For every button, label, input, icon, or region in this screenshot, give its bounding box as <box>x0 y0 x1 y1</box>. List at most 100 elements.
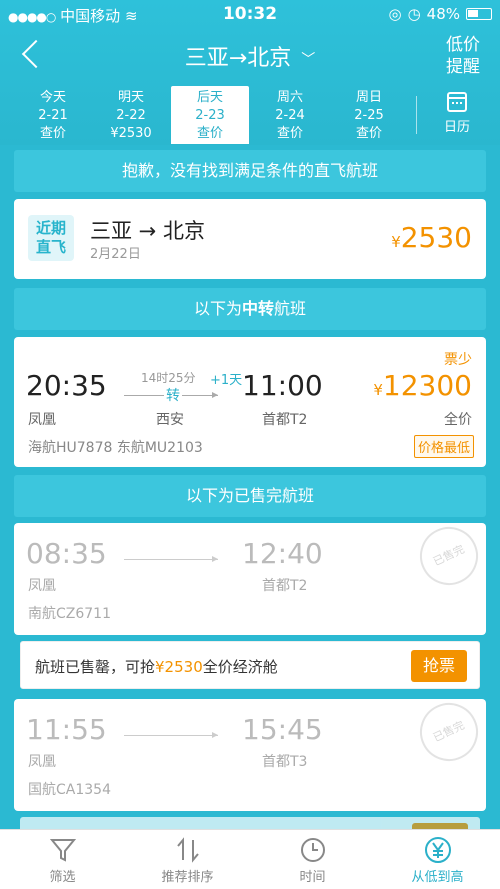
tab-price-low-high[interactable]: 从低到高 <box>375 830 500 889</box>
depart-airport: 凤凰 <box>28 578 56 594</box>
flight-number: 国航CA1354 <box>28 782 111 798</box>
calendar-button[interactable]: 日历 <box>424 86 490 144</box>
sold-flight-card[interactable]: 08:35 12:40 凤凰 首都T2 南航CZ6711 已售完 <box>14 517 488 635</box>
alarm-icon: ◷ <box>407 5 421 23</box>
date-tab-date: 2-21 <box>38 108 68 123</box>
grab-text: 航班已售罄，可抢¥2530全价经济舱 <box>35 656 278 677</box>
date-tab-date: 2-23 <box>195 108 225 123</box>
alert-line1: 低价 <box>446 35 480 55</box>
direct-price-value: 2530 <box>400 221 472 254</box>
date-tab-price: 查价 <box>355 126 382 141</box>
calendar-icon <box>447 92 467 112</box>
date-tabs: 今天 2-21 查价 明天 2-22 ¥2530 后天 2-23 查价 周六 2… <box>0 86 500 144</box>
direct-price: ¥2530 <box>391 221 472 254</box>
tab-filter[interactable]: 筛选 <box>0 830 125 889</box>
date-tab-2[interactable]: 后天 2-23 查价 <box>171 86 249 144</box>
route-selector[interactable]: 三亚→北京 ﹀ <box>0 40 500 72</box>
transfer-price-value: 12300 <box>382 369 472 402</box>
day-offset: +1天 <box>210 373 243 388</box>
chevron-down-icon: ﹀ <box>301 52 316 68</box>
flight-number: 南航CZ6711 <box>28 606 111 622</box>
tab-label: 时间 <box>299 870 326 885</box>
depart-time: 11:55 <box>26 713 107 746</box>
grab-price: ¥2530 <box>155 658 203 676</box>
date-tab-day: 周六 <box>276 90 303 105</box>
arrive-airport: 首都T3 <box>262 754 308 770</box>
date-tab-date: 2-24 <box>275 108 305 123</box>
date-tab-price: 查价 <box>39 126 66 141</box>
arrive-time: 11:00 <box>242 369 323 402</box>
badge-line1: 近期 <box>35 219 66 237</box>
transfer-price: ¥12300 <box>373 369 472 402</box>
status-bar: ●●●●○ 中国移动 ≋ 10:32 ◎ ◷ 48% <box>0 0 500 28</box>
transfer-banner-post: 航班 <box>274 299 307 318</box>
bottom-tab-bar: 筛选 推荐排序 时间 从低到高 <box>0 829 500 889</box>
yen-icon <box>424 836 452 864</box>
calendar-label: 日历 <box>443 120 470 135</box>
direct-date: 2月22日 <box>90 247 141 262</box>
sold-out-stamp: 已售完 <box>410 693 488 771</box>
transfer-banner-bold: 中转 <box>241 299 274 318</box>
date-tab-1[interactable]: 明天 2-22 ¥2530 <box>92 86 170 144</box>
clock-icon <box>299 836 327 864</box>
transfer-label: 转 <box>164 385 182 405</box>
header: ●●●●○ 中国移动 ≋ 10:32 ◎ ◷ 48% 三亚→北京 ﹀ 低价 提醒 … <box>0 0 500 145</box>
route-arrow <box>124 732 218 738</box>
arrive-time: 15:45 <box>242 713 323 746</box>
grab-text-post: 全价经济舱 <box>202 658 278 676</box>
route-title: 三亚→北京 <box>184 46 292 71</box>
filter-icon <box>49 836 77 864</box>
sold-flight-card[interactable]: 11:55 15:45 凤凰 首都T3 国航CA1354 已售完 <box>14 693 488 811</box>
sold-out-stamp: 已售完 <box>410 517 488 595</box>
tab-sort[interactable]: 推荐排序 <box>125 830 250 889</box>
arrive-time: 12:40 <box>242 537 323 570</box>
date-tab-day: 今天 <box>39 90 66 105</box>
currency-symbol: ¥ <box>373 381 383 399</box>
sold-out-banner: 以下为已售完航班 <box>14 475 486 517</box>
depart-airport: 凤凰 <box>28 412 56 428</box>
lock-rotation-icon: ◎ <box>388 5 402 23</box>
tab-label: 从低到高 <box>411 870 464 885</box>
nav-bar: 三亚→北京 ﹀ 低价 提醒 <box>0 30 500 82</box>
date-tab-4[interactable]: 周日 2-25 查价 <box>330 86 408 144</box>
alert-line2: 提醒 <box>446 57 480 77</box>
date-tab-price: 查价 <box>196 126 223 141</box>
date-tab-0[interactable]: 今天 2-21 查价 <box>14 86 92 144</box>
date-tab-day: 后天 <box>196 90 223 105</box>
lowest-price-tag: 价格最低 <box>413 435 474 458</box>
date-tab-date: 2-25 <box>354 108 384 123</box>
duration: 14时25分 <box>141 371 196 385</box>
battery-icon <box>466 8 492 20</box>
transfer-banner-pre: 以下为 <box>193 299 242 318</box>
transfer-city: 西安 <box>156 412 184 428</box>
tab-label: 推荐排序 <box>161 870 214 885</box>
low-price-alert-button[interactable]: 低价 提醒 <box>440 34 486 78</box>
depart-airport: 凤凰 <box>28 754 56 770</box>
date-tab-day: 周日 <box>355 90 382 105</box>
transfer-flight-card[interactable]: 20:35 14时25分 +1天 转 11:00 凤凰 西安 首都T2 海航HU… <box>14 337 486 467</box>
flight-numbers: 海航HU7878 东航MU2103 <box>28 440 203 456</box>
ticket-status: 票少 <box>444 352 472 368</box>
route-arrow <box>124 556 218 562</box>
direct-route: 三亚 → 北京 <box>90 219 205 243</box>
battery-text: 48% <box>426 5 460 23</box>
cabin-class: 全价 <box>444 412 472 428</box>
sort-icon <box>174 836 202 864</box>
depart-time: 20:35 <box>26 369 107 402</box>
nearby-direct-card[interactable]: 近期 直飞 三亚 → 北京 2月22日 ¥2530 <box>14 199 486 279</box>
date-tab-price: 查价 <box>276 126 303 141</box>
arrive-airport: 首都T2 <box>262 412 308 428</box>
depart-time: 08:35 <box>26 537 107 570</box>
date-tab-date: 2-22 <box>116 108 146 123</box>
status-right: ◎ ◷ 48% <box>388 5 492 23</box>
grab-ticket-button[interactable]: 抢票 <box>411 650 467 682</box>
arrive-airport: 首都T2 <box>262 578 308 594</box>
tab-time[interactable]: 时间 <box>250 830 375 889</box>
transfer-banner: 以下为中转航班 <box>14 288 486 330</box>
date-tab-3[interactable]: 周六 2-24 查价 <box>251 86 329 144</box>
tab-label: 筛选 <box>49 870 76 885</box>
no-direct-banner: 抱歉，没有找到满足条件的直飞航班 <box>14 150 486 192</box>
date-tab-price: ¥2530 <box>110 126 152 141</box>
currency-symbol: ¥ <box>391 233 401 251</box>
grab-ticket-row: 航班已售罄，可抢¥2530全价经济舱 抢票 <box>20 641 480 689</box>
